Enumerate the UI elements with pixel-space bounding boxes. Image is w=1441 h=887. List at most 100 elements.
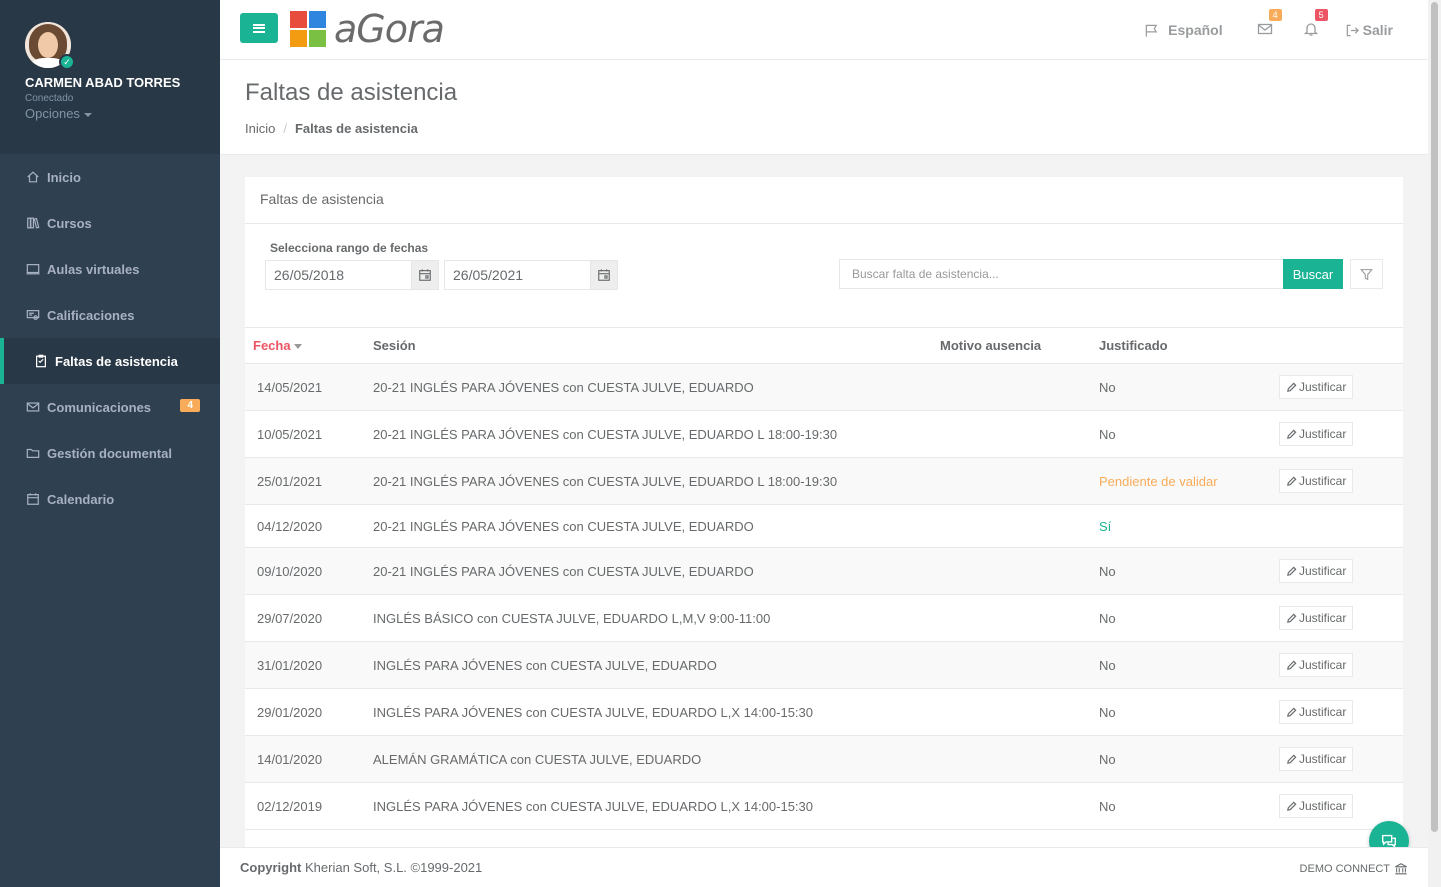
scrollbar-thumb[interactable]: [1431, 2, 1438, 832]
justify-button[interactable]: Justificar: [1279, 559, 1354, 583]
column-header-fecha[interactable]: Fecha: [245, 327, 369, 364]
justify-button-label: Justificar: [1299, 658, 1347, 672]
sign-out-icon: [1346, 24, 1359, 36]
calendar-icon: [598, 269, 610, 281]
cell-sesion: INGLÉS PARA JÓVENES con CUESTA JULVE, ED…: [373, 704, 814, 720]
sidebar-item-label: Comunicaciones: [47, 399, 152, 415]
folder-icon: [25, 445, 41, 461]
justify-button-label: Justificar: [1299, 752, 1347, 766]
cell-justificado: No: [1099, 704, 1116, 720]
sidebar-item-gestion-documental[interactable]: Gestión documental: [0, 430, 220, 476]
sidebar-item-label: Inicio: [47, 169, 81, 185]
cell-justificado: No: [1099, 379, 1116, 395]
cell-justificado: No: [1099, 610, 1116, 626]
clipboard-icon: [33, 353, 49, 369]
institution-icon: [1395, 863, 1407, 875]
date-from-input[interactable]: [266, 261, 411, 289]
cell-actions: Justificar: [1279, 458, 1403, 505]
sidebar-nav: Inicio Cursos Aulas virtuales Calificaci…: [0, 154, 220, 522]
attendance-panel: Faltas de asistencia Selecciona rango de…: [245, 177, 1403, 857]
notifications-count-badge: 5: [1314, 9, 1328, 21]
cell-motivo: [940, 736, 1095, 783]
cell-actions: Justificar: [1279, 689, 1403, 736]
pencil-icon: [1287, 707, 1297, 717]
cell-fecha: 31/01/2020: [257, 657, 323, 673]
certificate-icon: [25, 307, 41, 323]
cell-sesion: 20-21 INGLÉS PARA JÓVENES con CUESTA JUL…: [373, 426, 838, 442]
home-icon: [25, 169, 41, 185]
breadcrumb-home-link[interactable]: Inicio: [245, 121, 275, 136]
table-row: 29/07/2020 INGLÉS BÁSICO con CUESTA JULVE…: [245, 595, 1403, 642]
date-to-input[interactable]: [445, 261, 590, 289]
app-logo[interactable]: aGora: [290, 10, 445, 48]
table-row: 31/01/2020 INGLÉS PARA JÓVENES con CUESTA…: [245, 641, 1403, 689]
table-row: 02/12/2019 INGLÉS PARA JÓVENES con CUESTA…: [245, 783, 1403, 830]
sidebar-item-comunicaciones[interactable]: Comunicaciones 4: [0, 384, 220, 430]
cell-motivo: [940, 783, 1095, 830]
table-row: 14/01/2020 ALEMÁN GRAMÁTICA con CUESTA JU…: [245, 735, 1403, 783]
footer-brand: DEMO CONNECT: [1300, 862, 1408, 876]
breadcrumb-separator: /: [283, 121, 287, 136]
cell-actions: Justificar: [1279, 736, 1403, 783]
justify-button[interactable]: Justificar: [1279, 747, 1354, 771]
search-button[interactable]: Buscar: [1283, 259, 1343, 289]
table-row: 10/05/2021 20-21 INGLÉS PARA JÓVENES con …: [245, 411, 1403, 458]
user-options-dropdown[interactable]: Opciones: [25, 106, 220, 121]
sidebar-item-calificaciones[interactable]: Calificaciones: [0, 292, 220, 338]
date-to-picker[interactable]: [590, 261, 617, 289]
sidebar-item-aulas-virtuales[interactable]: Aulas virtuales: [0, 246, 220, 292]
sort-desc-icon: [293, 344, 302, 350]
logout-button[interactable]: Salir: [1345, 22, 1393, 38]
page-title: Faltas de asistencia: [245, 79, 458, 106]
user-status: Conectado: [25, 93, 74, 104]
sidebar-item-calendario[interactable]: Calendario: [0, 476, 220, 522]
table-row: 09/10/2020 20-21 INGLÉS PARA JÓVENES con …: [245, 547, 1403, 595]
attendance-table: Fecha Sesión Motivo ausencia Justificado…: [245, 327, 1403, 830]
cell-sesion: INGLÉS PARA JÓVENES con CUESTA JULVE, ED…: [373, 798, 814, 814]
sidebar-item-inicio[interactable]: Inicio: [0, 154, 220, 200]
sidebar-item-cursos[interactable]: Cursos: [0, 200, 220, 246]
messages-count-badge: 4: [1268, 9, 1282, 21]
notifications-button[interactable]: 5: [1303, 9, 1328, 39]
date-from-picker[interactable]: [411, 261, 438, 289]
monitor-icon: [25, 261, 41, 277]
justify-button[interactable]: Justificar: [1279, 700, 1354, 724]
column-header-motivo[interactable]: Motivo ausencia: [940, 327, 1095, 364]
cell-sesion: 20-21 INGLÉS PARA JÓVENES con CUESTA JUL…: [373, 379, 754, 395]
sidebar-item-label: Aulas virtuales: [47, 261, 140, 277]
menu-toggle-button[interactable]: [240, 13, 278, 43]
cell-motivo: [940, 548, 1095, 595]
date-to-group: [444, 260, 618, 290]
cell-sesion: INGLÉS PARA JÓVENES con CUESTA JULVE, ED…: [373, 657, 717, 673]
justify-button[interactable]: Justificar: [1279, 422, 1354, 446]
cell-sesion: 20-21 INGLÉS PARA JÓVENES con CUESTA JUL…: [373, 518, 754, 534]
cell-sesion: 20-21 INGLÉS PARA JÓVENES con CUESTA JUL…: [373, 473, 838, 489]
justify-button[interactable]: Justificar: [1279, 606, 1354, 630]
justify-button-label: Justificar: [1299, 380, 1347, 394]
messages-button[interactable]: 4: [1257, 9, 1282, 39]
justify-button[interactable]: Justificar: [1279, 469, 1354, 493]
sidebar-item-faltas-de-asistencia[interactable]: Faltas de asistencia: [0, 338, 220, 384]
page-scrollbar[interactable]: [1428, 0, 1441, 887]
justify-button[interactable]: Justificar: [1279, 653, 1354, 677]
sidebar-item-label: Faltas de asistencia: [55, 353, 178, 369]
pencil-icon: [1287, 476, 1297, 486]
language-selector[interactable]: Español: [1144, 22, 1223, 38]
breadcrumb: Inicio / Faltas de asistencia: [245, 121, 1403, 136]
justify-button-label: Justificar: [1299, 705, 1347, 719]
table-row: 04/12/2020 20-21 INGLÉS PARA JÓVENES con …: [245, 505, 1403, 548]
justify-button[interactable]: Justificar: [1279, 794, 1354, 818]
cell-justificado: No: [1099, 751, 1116, 767]
user-options-label: Opciones: [25, 106, 80, 121]
filter-icon: [1360, 268, 1373, 280]
cell-justificado: Sí: [1099, 518, 1112, 534]
search-input[interactable]: [839, 259, 1284, 289]
avatar[interactable]: ✓: [25, 22, 75, 70]
filter-button[interactable]: [1350, 259, 1383, 289]
justify-button[interactable]: Justificar: [1279, 375, 1354, 399]
column-header-justificado[interactable]: Justificado: [1095, 327, 1279, 364]
cell-actions: [1279, 505, 1403, 548]
column-header-sesion[interactable]: Sesión: [369, 327, 940, 364]
cell-fecha: 02/12/2019: [257, 798, 323, 814]
caret-down-icon: [83, 112, 92, 117]
